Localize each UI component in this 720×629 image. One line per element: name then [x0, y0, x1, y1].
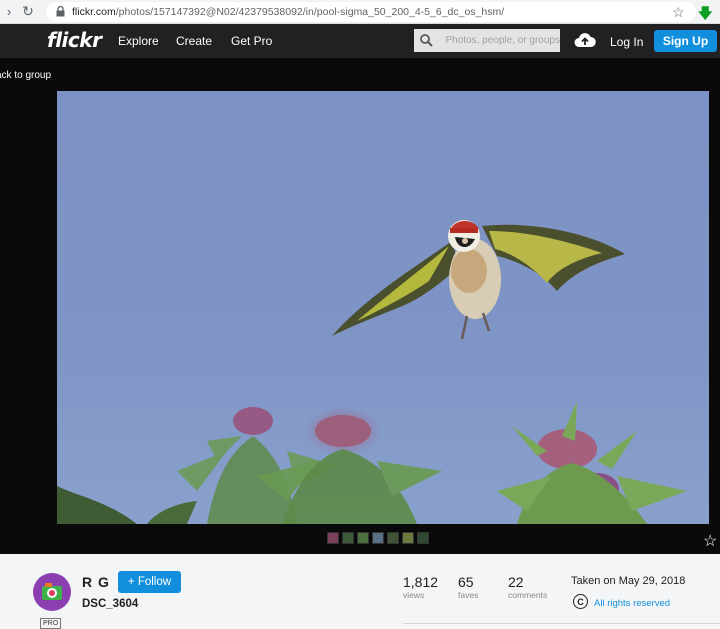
- comments-label: comments: [508, 590, 548, 600]
- signup-button[interactable]: Sign Up: [654, 30, 717, 52]
- login-link[interactable]: Log In: [610, 35, 643, 49]
- nav-explore[interactable]: Explore: [118, 34, 159, 48]
- bookmark-star-icon[interactable]: ☆: [672, 4, 685, 21]
- views-label: views: [403, 590, 425, 600]
- thumbnail[interactable]: [342, 532, 354, 544]
- thumbnail[interactable]: [402, 532, 414, 544]
- copyright-icon: C: [573, 594, 588, 609]
- stat-comments: 22 comments: [508, 574, 547, 600]
- url-path: /photos/157147392@N02/42379538092/in/poo…: [115, 5, 505, 18]
- photo-stage: ack to group ☆: [0, 58, 720, 554]
- search-icon[interactable]: [414, 34, 439, 47]
- license-link[interactable]: All rights reserved: [594, 598, 670, 609]
- nav-create[interactable]: Create: [176, 34, 212, 48]
- faves-label: faves: [458, 590, 479, 600]
- back-to-group-link[interactable]: ack to group: [0, 70, 51, 81]
- comments-count: 22: [508, 574, 524, 590]
- lock-icon: [54, 6, 66, 18]
- views-count: 1,812: [403, 574, 439, 590]
- flickr-logo[interactable]: flickr: [47, 28, 102, 52]
- faves-count: 65: [458, 574, 474, 590]
- divider: [403, 623, 720, 624]
- main-photo[interactable]: [57, 91, 709, 524]
- search-input[interactable]: Photos, people, or groups: [445, 35, 560, 46]
- reload-icon[interactable]: ↻: [18, 0, 38, 24]
- taken-date[interactable]: Taken on May 29, 2018: [571, 575, 685, 587]
- avatar[interactable]: [33, 573, 71, 611]
- thumbnail[interactable]: [357, 532, 369, 544]
- thumbnail[interactable]: [417, 532, 429, 544]
- nav-get-pro[interactable]: Get Pro: [231, 34, 272, 48]
- thumbnail-strip: [327, 532, 429, 544]
- url-text: flickr.com/photos/157147392@N02/42379538…: [72, 6, 504, 18]
- thumbnail[interactable]: [327, 532, 339, 544]
- photo-title: DSC_3604: [82, 598, 139, 610]
- search-box[interactable]: Photos, people, or groups: [414, 29, 560, 52]
- stat-faves: 65 faves: [458, 574, 478, 600]
- fave-star-icon[interactable]: ☆: [703, 531, 717, 551]
- browser-toolbar: › ↻ flickr.com/photos/157147392@N02/4237…: [0, 0, 720, 24]
- thumbnail[interactable]: [387, 532, 399, 544]
- thumbnail[interactable]: [372, 532, 384, 544]
- address-bar[interactable]: flickr.com/photos/157147392@N02/42379538…: [46, 1, 696, 22]
- site-header: flickr Explore Create Get Pro Photos, pe…: [0, 24, 720, 58]
- upload-cloud-icon[interactable]: [574, 32, 596, 53]
- photo-info-bar: PRO R G + Follow DSC_3604 1,812 views 65…: [0, 554, 720, 629]
- follow-button[interactable]: + Follow: [118, 571, 181, 593]
- stat-views: 1,812 views: [403, 574, 438, 600]
- owner-name[interactable]: R G: [82, 574, 110, 590]
- back-arrow-icon[interactable]: ›: [0, 0, 18, 24]
- url-host: flickr.com: [72, 5, 116, 18]
- pro-badge: PRO: [40, 618, 62, 629]
